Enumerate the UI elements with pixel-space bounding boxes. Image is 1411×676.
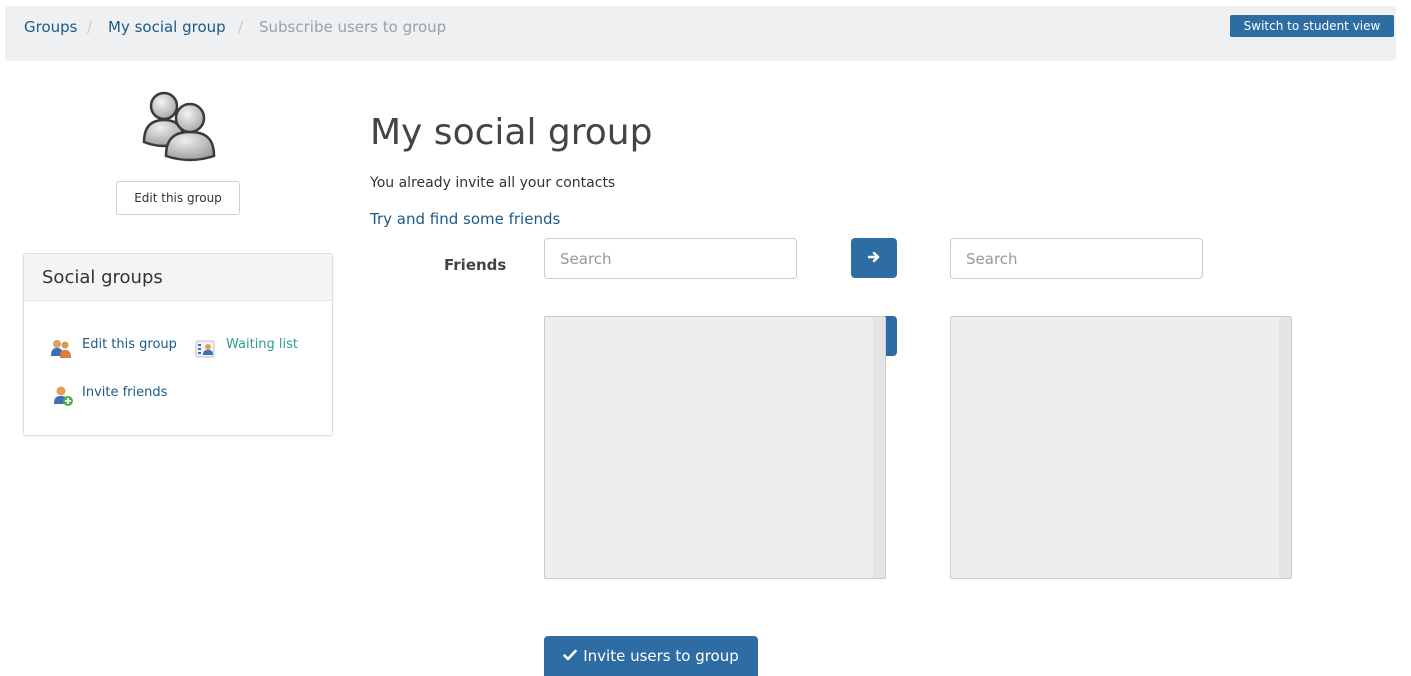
social-groups-panel: Social groups Edit this group Waiting li… [23, 253, 333, 436]
breadcrumb-item-my-social-group[interactable]: My social group [108, 17, 226, 37]
friends-select-list[interactable] [544, 316, 886, 579]
check-icon [563, 647, 578, 665]
scrollbar[interactable] [1279, 317, 1291, 578]
edit-group-button[interactable]: Edit this group [116, 181, 240, 215]
panel-header: Social groups [24, 254, 332, 301]
breadcrumb-item-groups[interactable]: Groups [24, 17, 77, 37]
invite-friends-icon [52, 385, 74, 407]
breadcrumb-separator: / [87, 18, 93, 36]
edit-group-icon [50, 338, 72, 360]
page-title: My social group [370, 112, 653, 153]
breadcrumb-item-current: Subscribe users to group [259, 18, 447, 36]
status-message: You already invite all your contacts [370, 175, 616, 191]
edit-group-link[interactable]: Edit this group [82, 337, 177, 352]
arrow-right-icon [867, 250, 881, 267]
breadcrumb-separator: / [238, 18, 244, 36]
group-users-icon [138, 88, 218, 162]
find-friends-link[interactable]: Try and find some friends [370, 210, 560, 228]
scrollbar[interactable] [873, 317, 885, 578]
waiting-list-icon [194, 338, 216, 360]
panel-title: Social groups [42, 267, 163, 288]
invite-friends-link[interactable]: Invite friends [82, 385, 167, 400]
selected-users-list[interactable] [950, 316, 1292, 579]
friends-label: Friends [444, 256, 507, 274]
switch-to-student-view-button[interactable]: Switch to student view [1230, 15, 1394, 37]
invite-users-label: Invite users to group [583, 647, 739, 665]
move-right-button[interactable] [851, 238, 897, 278]
invite-users-button[interactable]: Invite users to group [544, 636, 758, 676]
selected-search-input[interactable] [950, 238, 1203, 279]
friends-search-input[interactable] [544, 238, 797, 279]
waiting-list-link[interactable]: Waiting list [226, 337, 298, 352]
